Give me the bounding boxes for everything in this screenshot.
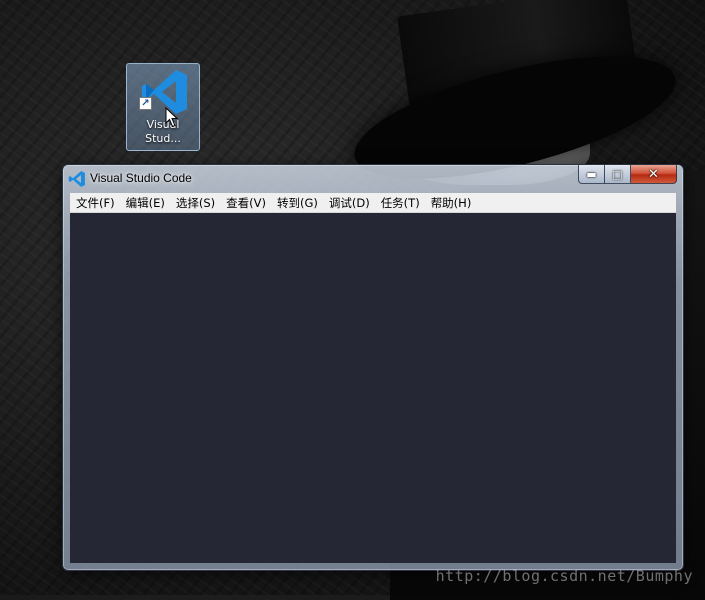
caption-buttons: ▬ □ ✕ [578,165,677,185]
shortcut-label: Visual Stud... [145,118,181,145]
maximize-button[interactable]: □ [605,165,631,184]
close-icon: ✕ [648,166,659,182]
desktop: ↗ Visual Stud... Visual Studio Code ▬ □ … [0,0,705,600]
menu-file[interactable]: 文件(F) [74,195,121,211]
window-title: Visual Studio Code [90,171,192,185]
editor-area[interactable] [70,213,676,563]
watermark: http://blog.csdn.net/Bumphy [435,567,693,585]
close-button[interactable]: ✕ [631,165,677,184]
title-bar[interactable]: Visual Studio Code ▬ □ ✕ [63,165,683,193]
mouse-cursor-icon [165,107,179,128]
menu-help[interactable]: 帮助(H) [429,195,478,211]
menu-edit[interactable]: 编辑(E) [124,195,171,211]
shortcut-arrow-icon: ↗ [139,97,152,110]
menu-debug[interactable]: 调试(D) [327,195,376,211]
maximize-icon: □ [612,167,623,181]
menu-go[interactable]: 转到(G) [275,195,324,211]
menu-selection[interactable]: 选择(S) [174,195,221,211]
menu-view[interactable]: 查看(V) [224,195,272,211]
menu-tasks[interactable]: 任务(T) [379,195,426,211]
minimize-button[interactable]: ▬ [578,165,605,184]
menu-bar: 文件(F) 编辑(E) 选择(S) 查看(V) 转到(G) 调试(D) 任务(T… [70,193,676,213]
vscode-icon [68,171,85,187]
desktop-shortcut-vscode[interactable]: ↗ Visual Stud... [126,63,200,151]
vscode-window: Visual Studio Code ▬ □ ✕ 文件(F) 编辑(E) 选择(… [62,164,684,571]
minimize-icon: ▬ [586,167,597,181]
